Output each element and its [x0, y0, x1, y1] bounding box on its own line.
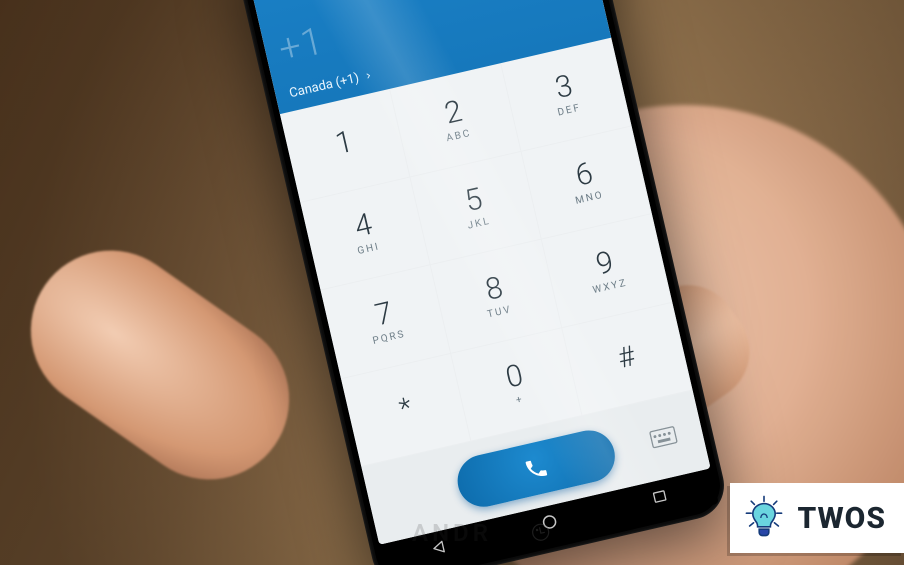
phone-device: +1 Canada (+1) 1 2ABC 3DEF 4GHI 5JKL 6MN…	[229, 0, 730, 565]
lightbulb-icon	[740, 494, 788, 542]
nav-recent[interactable]	[649, 487, 671, 511]
keypad: 1 2ABC 3DEF 4GHI 5JKL 6MNO 7PQRS 8TUV 9W…	[280, 38, 693, 467]
brand-badge: TWOS	[730, 483, 904, 553]
keyboard-icon	[649, 425, 678, 448]
chevron-right-icon	[364, 70, 373, 82]
brand-text: TWOS	[798, 501, 886, 536]
screen: +1 Canada (+1) 1 2ABC 3DEF 4GHI 5JKL 6MN…	[241, 0, 710, 545]
keyboard-toggle[interactable]	[649, 425, 679, 452]
nav-recent-icon	[649, 487, 670, 507]
thumb	[0, 219, 321, 511]
phone-icon	[522, 454, 551, 483]
country-label: Canada (+1)	[288, 71, 361, 102]
watermark: ANDR	[412, 519, 492, 547]
